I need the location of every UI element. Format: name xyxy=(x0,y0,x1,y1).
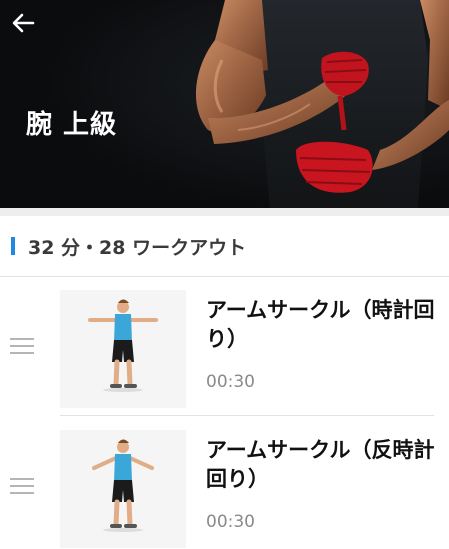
arrow-left-icon xyxy=(12,13,35,33)
divider xyxy=(60,415,434,416)
workout-summary: 32 分・28 ワークアウト xyxy=(0,216,449,276)
exercise-duration: 00:30 xyxy=(206,372,255,392)
exercise-name: アームサークル（時計回り） xyxy=(206,298,435,351)
exercise-name: アームサークル（反時計回り） xyxy=(206,438,435,491)
exercise-thumbnail xyxy=(60,430,186,548)
exercise-duration: 00:30 xyxy=(206,512,255,532)
header-banner: 腕 上級 xyxy=(0,0,449,208)
divider xyxy=(0,276,449,277)
drag-handle-icon[interactable] xyxy=(10,478,34,496)
exercise-row[interactable]: アームサークル（時計回り） 00:30 xyxy=(0,280,449,416)
back-button[interactable] xyxy=(6,8,40,38)
arm-circle-figure-icon xyxy=(88,299,158,392)
exercise-thumbnail xyxy=(60,290,186,408)
summary-accent-bar xyxy=(11,237,15,255)
page-title: 腕 上級 xyxy=(26,110,118,140)
summary-text: 32 分・28 ワークアウト xyxy=(28,236,247,259)
arm-circle-figure-icon xyxy=(92,439,154,532)
exercise-row[interactable]: アームサークル（反時計回り） 00:30 xyxy=(0,420,449,549)
drag-handle-icon[interactable] xyxy=(10,338,34,356)
section-separator xyxy=(0,208,449,216)
